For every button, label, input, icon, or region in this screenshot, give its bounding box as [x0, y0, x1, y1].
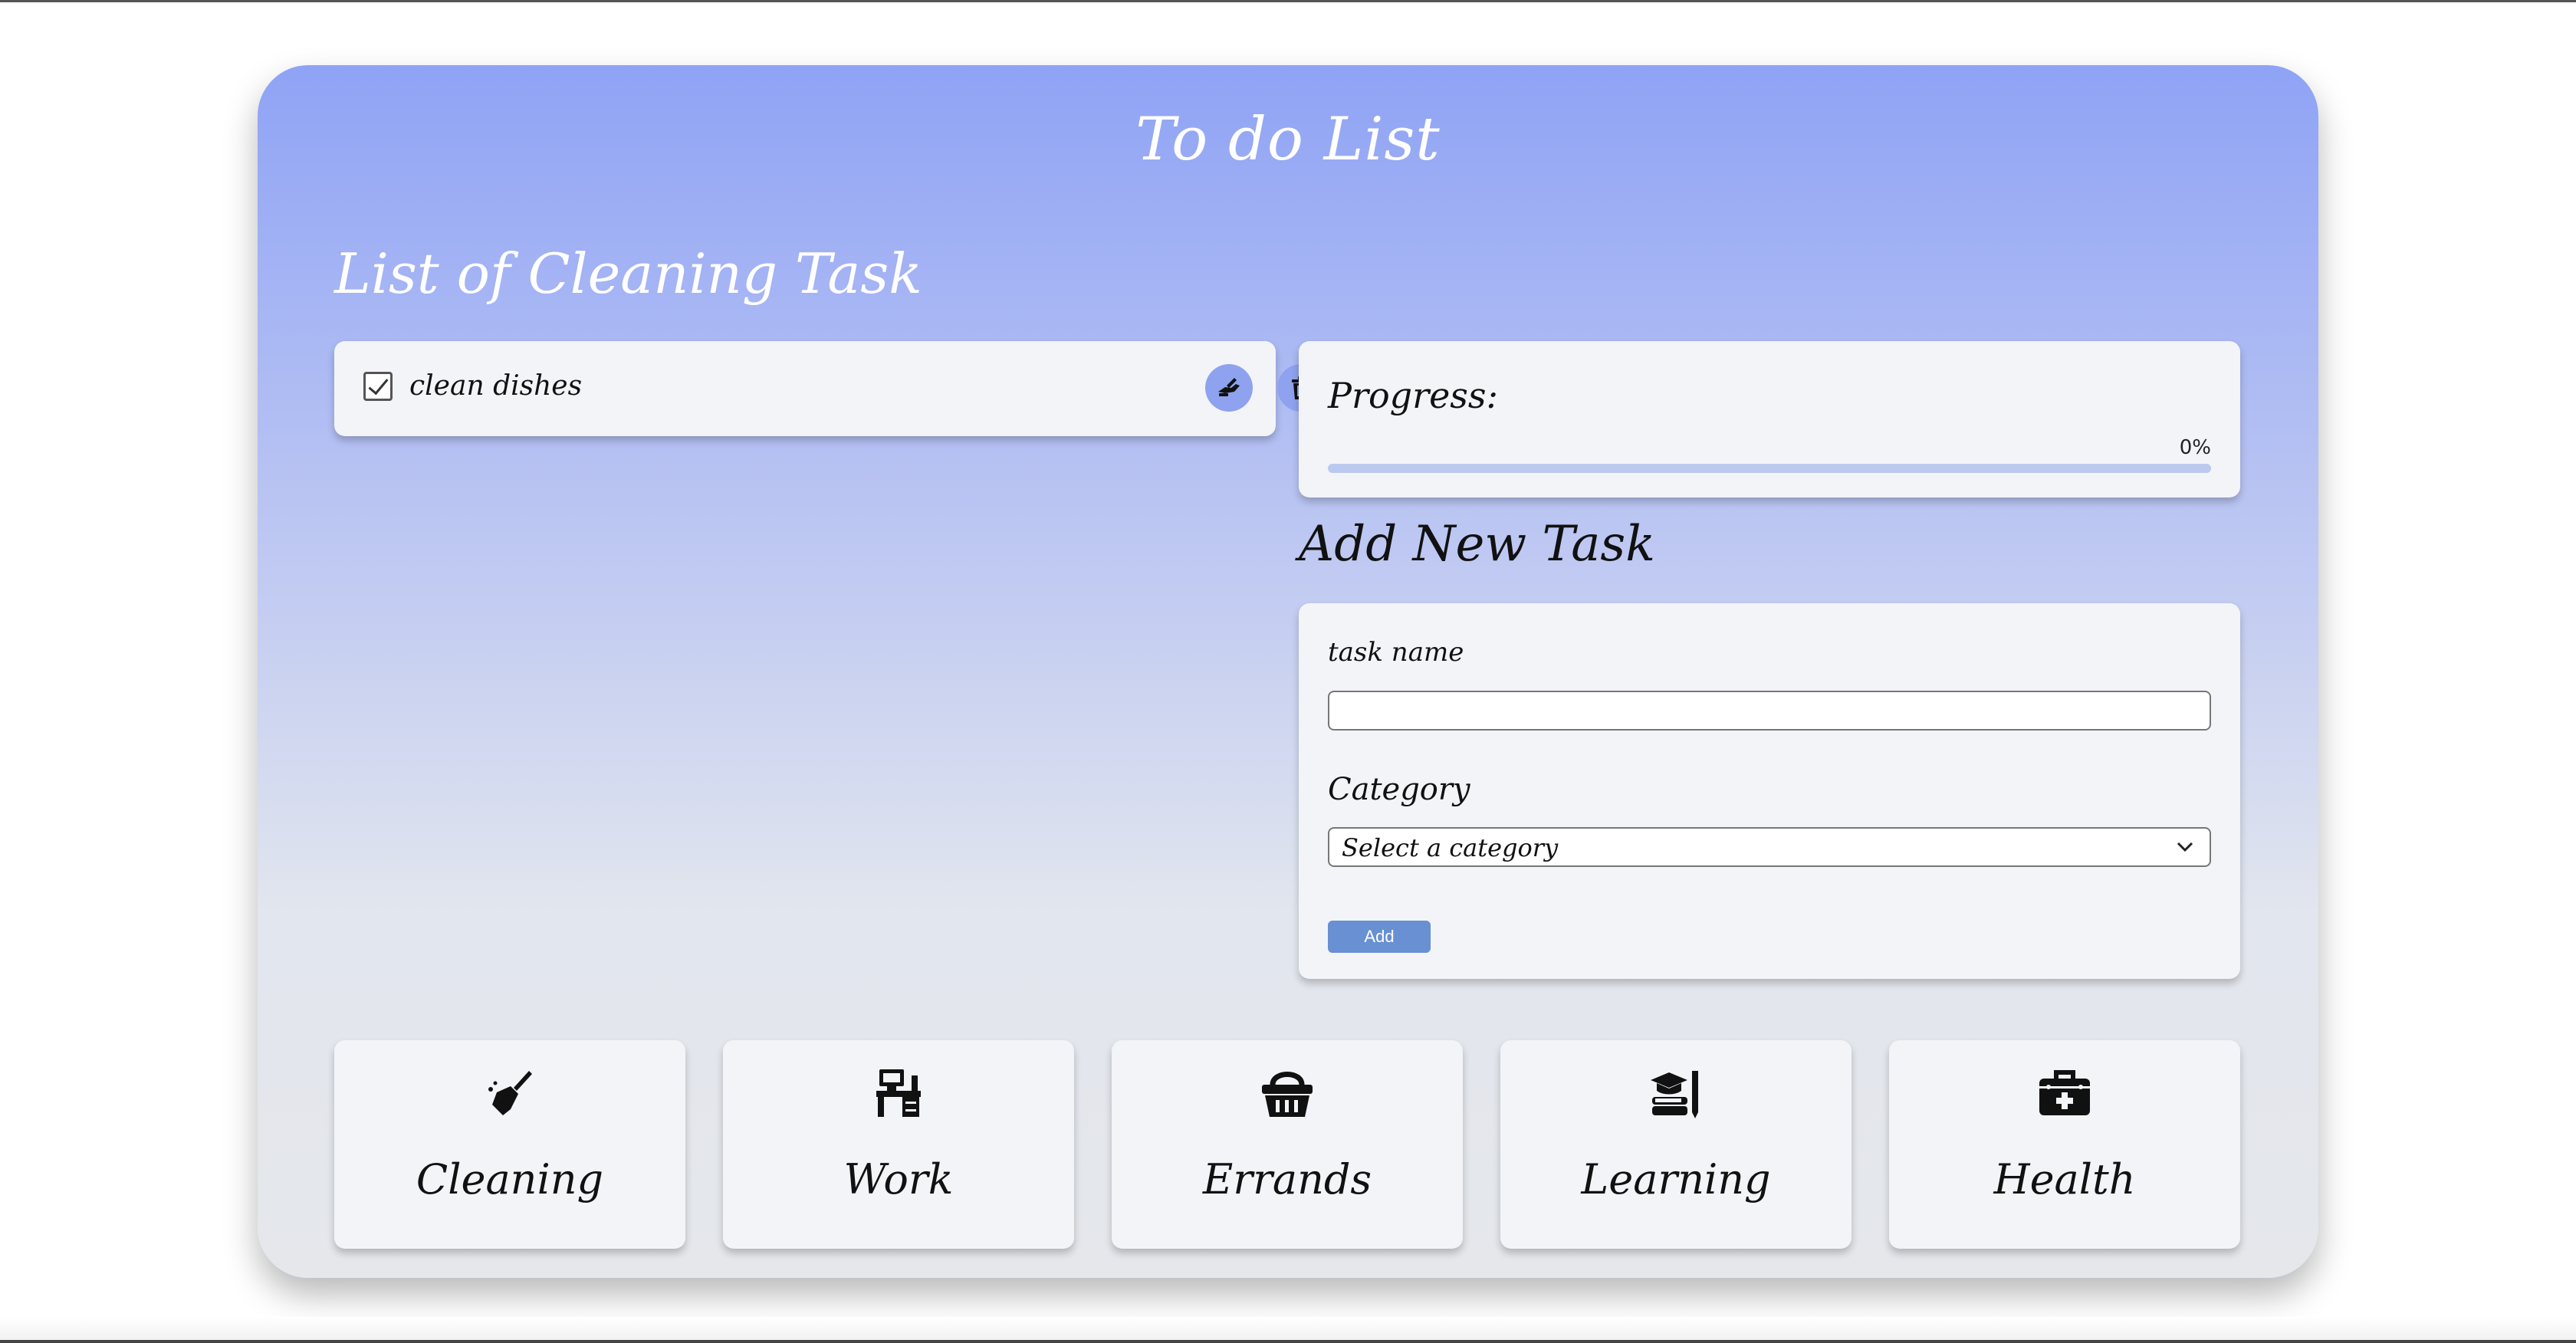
category-label-learning: Learning [1581, 1155, 1771, 1203]
category-card-cleaning[interactable]: Cleaning [334, 1040, 685, 1249]
desk-icon [876, 1069, 921, 1117]
page-bottom-shade [0, 1317, 2576, 1343]
category-select-value: Select a category [1342, 833, 1559, 862]
category-label-errands: Errands [1202, 1155, 1372, 1203]
category-label-work: Work [843, 1155, 954, 1203]
category-label: Category [1328, 772, 1470, 807]
window-bottom-border [0, 1340, 2576, 1343]
task-name-input[interactable] [1328, 691, 2211, 731]
task-label: clean dishes [409, 370, 583, 402]
edit-task-button[interactable] [1205, 364, 1253, 412]
task-checkbox[interactable] [363, 372, 393, 401]
broom-icon [488, 1071, 532, 1115]
category-card-learning[interactable]: Learning [1500, 1040, 1852, 1249]
category-card-health[interactable]: Health [1889, 1040, 2240, 1249]
task-name-label: task name [1328, 637, 1464, 668]
add-task-title: Add New Task [1299, 516, 1655, 573]
category-label-cleaning: Cleaning [416, 1155, 604, 1203]
add-task-button[interactable]: Add [1328, 921, 1431, 953]
category-card-work[interactable]: Work [723, 1040, 1074, 1249]
progress-bar [1328, 464, 2211, 473]
category-select[interactable]: Select a category [1328, 827, 2211, 867]
category-label-health: Health [1993, 1155, 2136, 1203]
graduation-books-icon [1651, 1071, 1698, 1118]
category-card-errands[interactable]: Errands [1112, 1040, 1463, 1249]
app-title: To do List [1135, 105, 1441, 174]
hand-pen-icon [1218, 378, 1240, 396]
chevron-down-icon [2177, 842, 2193, 852]
task-item: clean dishes [334, 341, 1325, 436]
task-list-title: List of Cleaning Task [334, 241, 922, 306]
basket-icon [1262, 1072, 1313, 1117]
add-task-form: task name Category Select a category Add [1299, 603, 2240, 979]
todo-app-card: To do List List of Cleaning Task clean d… [258, 65, 2318, 1278]
window-top-border [0, 0, 2576, 2]
progress-panel: Progress: 0% [1299, 341, 2240, 497]
progress-value: 0% [2179, 436, 2211, 459]
first-aid-kit-icon [2039, 1070, 2090, 1115]
progress-title: Progress: [1328, 375, 1499, 416]
